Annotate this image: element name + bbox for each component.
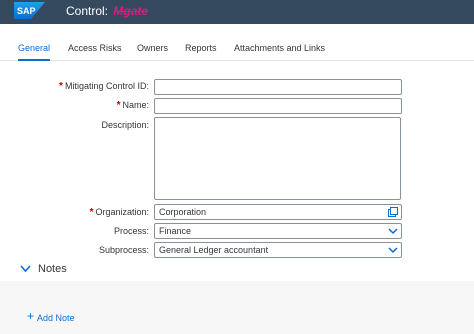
process-label: Process:	[113, 226, 149, 236]
tab-access-risks[interactable]: Access Risks	[68, 43, 122, 53]
subprocess-select[interactable]: General Ledger accountant	[154, 242, 402, 258]
required-mark: *	[59, 81, 63, 92]
description-label: Description:	[101, 120, 149, 130]
chevron-down-icon[interactable]	[388, 226, 398, 236]
process-value: Finance	[159, 226, 192, 236]
general-form: * Mitigating Control ID: * Name: Descripti…	[0, 61, 474, 261]
subprocess-value: General Ledger accountant	[159, 245, 269, 255]
collapse-chevron-icon[interactable]	[20, 265, 31, 273]
value-help-icon[interactable]	[388, 207, 398, 217]
notes-panel: + Add Note	[0, 281, 474, 334]
name-label: * Name:	[116, 100, 149, 111]
mitigating-control-id-field[interactable]	[154, 79, 402, 95]
organization-field[interactable]: Corporation	[154, 204, 402, 220]
plus-icon: +	[27, 309, 35, 323]
subprocess-label: Subprocess:	[98, 245, 149, 255]
notes-section-header[interactable]: Notes	[0, 261, 474, 281]
tab-bar: General Access Risks Owners Reports Atta…	[0, 24, 474, 61]
svg-text:SAP: SAP	[17, 6, 36, 16]
description-textarea[interactable]	[154, 117, 401, 200]
sap-logo[interactable]: SAP	[14, 2, 45, 19]
notes-title: Notes	[38, 263, 67, 275]
tab-owners[interactable]: Owners	[137, 43, 168, 53]
process-select[interactable]: Finance	[154, 223, 402, 239]
mitigating-control-id-label: * Mitigating Control ID:	[59, 81, 149, 92]
shell-bar: SAP Control: Mgate	[0, 0, 474, 24]
organization-value: Corporation	[159, 207, 207, 217]
tab-reports[interactable]: Reports	[185, 43, 217, 53]
organization-label: * Organization:	[89, 207, 149, 218]
title-prefix: Control:	[66, 4, 109, 18]
add-note-label: Add Note	[37, 313, 75, 323]
title-value: Mgate	[113, 4, 149, 18]
page-title: Control: Mgate	[66, 4, 148, 18]
name-field[interactable]	[154, 98, 402, 114]
tab-general[interactable]: General	[18, 43, 50, 53]
required-mark: *	[89, 207, 94, 218]
chevron-down-icon[interactable]	[388, 245, 398, 255]
tab-attachments-and-links[interactable]: Attachments and Links	[234, 43, 325, 53]
required-mark: *	[116, 100, 121, 111]
